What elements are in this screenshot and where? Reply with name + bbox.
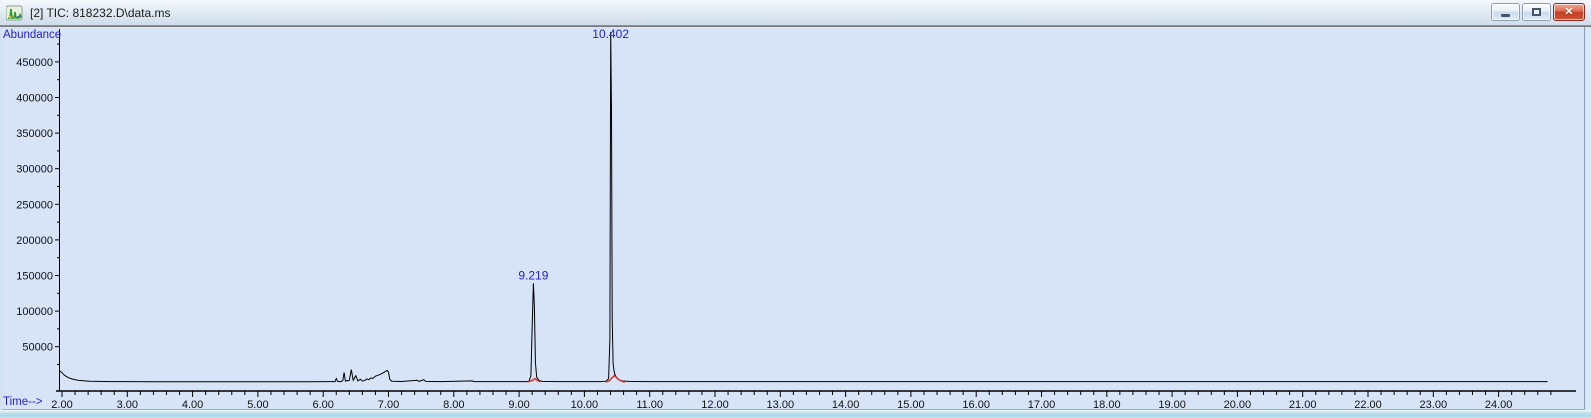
y-tick-label: 50000	[22, 342, 53, 354]
x-tick-label: 22.00	[1354, 399, 1382, 411]
y-tick-label: 350000	[16, 128, 53, 140]
x-tick-label: 9.00	[508, 399, 529, 411]
peak-label: 10.402	[592, 27, 629, 41]
y-tick-label: 300000	[16, 164, 53, 176]
y-tick-label: 250000	[16, 199, 53, 211]
x-tick-label: 20.00	[1224, 399, 1252, 411]
y-tick-label: 150000	[16, 271, 53, 283]
x-tick-label: 2.00	[51, 399, 72, 411]
y-tick-label: 450000	[16, 57, 53, 69]
chromatogram-plot[interactable]: 2.00 3.00 4.00 5.00 6.00 7.00 8.00 9.00 10.00 11.…	[0, 0, 1591, 418]
x-tick-label: 17.00	[1028, 399, 1056, 411]
y-axis-title: Abundance	[3, 29, 62, 41]
x-tick-label: 21.00	[1289, 399, 1317, 411]
x-tick-label: 16.00	[962, 399, 990, 411]
axes	[55, 29, 1576, 397]
x-tick-label: 6.00	[312, 399, 333, 411]
x-tick-label: 15.00	[897, 399, 925, 411]
x-tick-label: 18.00	[1093, 399, 1121, 411]
x-tick-label: 10.00	[571, 399, 599, 411]
x-tick-label: 19.00	[1158, 399, 1186, 411]
x-tick-label: 8.00	[443, 399, 464, 411]
tic-trace	[59, 31, 1548, 383]
x-tick-label: 24.00	[1485, 399, 1513, 411]
y-tick-label: 100000	[16, 306, 53, 318]
x-tick-label: 23.00	[1420, 399, 1448, 411]
x-tick-label: 4.00	[182, 399, 203, 411]
y-tick-label: 400000	[16, 93, 53, 105]
x-tick-label: 5.00	[247, 399, 268, 411]
x-tick-label: 14.00	[832, 399, 860, 411]
y-tick-label: 200000	[16, 235, 53, 247]
x-tick-label: 7.00	[378, 399, 399, 411]
peak-label: 9.219	[518, 268, 548, 282]
x-axis-title: Time-->	[3, 396, 43, 408]
x-tick-label: 11.00	[636, 399, 663, 411]
chromatogram-window: [2] TIC: 818232.D\data.ms ✕ 2.00 3.00 4.00…	[0, 0, 1591, 418]
x-tick-label: 13.00	[767, 399, 795, 411]
x-tick-label: 12.00	[701, 399, 729, 411]
x-tick-label: 3.00	[117, 399, 138, 411]
